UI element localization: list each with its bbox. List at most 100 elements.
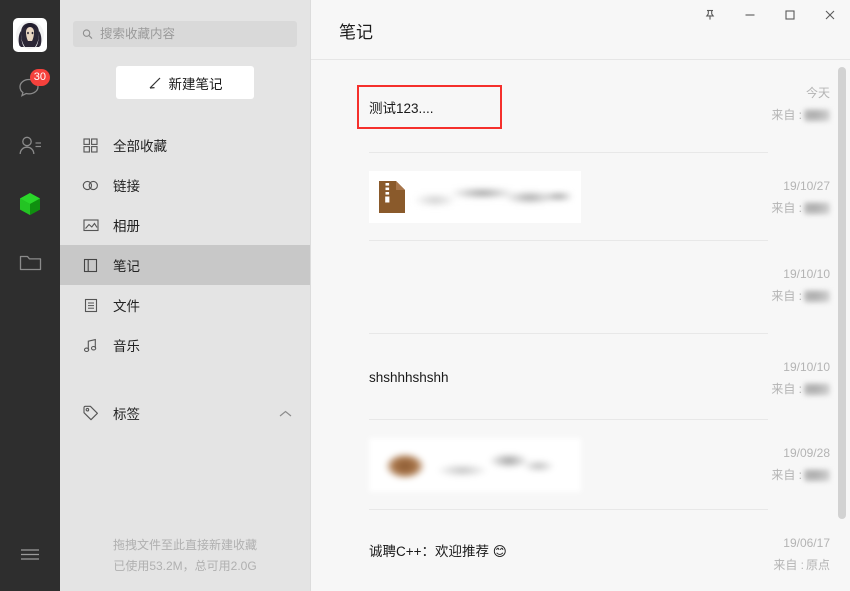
chat-unread-badge: 30 [29,69,50,86]
zip-file-icon [379,181,405,213]
from-source-blurred [804,382,830,396]
list-item-from: 来自 : [710,464,830,486]
note-icon [82,257,99,274]
new-note-button[interactable]: 新建笔记 [116,66,254,99]
main-panel: 笔记 测试123.... 今天 来自: 19/10/27 来自: 19/10… [310,0,850,591]
sidebar-nav: 全部收藏 链接 相册 笔记 文件 音乐 [60,125,310,365]
list-item-title: 测试123.... [357,84,502,129]
sidebar-item-label: 全部收藏 [113,139,167,154]
list-item-date: 19/10/10 [783,360,830,374]
sidebar-item-label: 链接 [113,179,140,194]
chevron-up-icon[interactable] [279,406,292,421]
list-item-meta: 19/10/27 来自 : [710,175,830,219]
tag-icon [82,405,99,422]
from-source: 原点 [805,558,830,572]
favorites-box-icon [20,193,40,215]
search-input[interactable] [99,27,288,41]
list-item[interactable]: 19/09/28 来自 : [311,420,850,510]
list-scrollbar[interactable] [838,61,846,587]
from-source-blurred [804,201,830,215]
search-box[interactable] [73,21,297,47]
minimize-icon [745,14,755,16]
new-note-label: 新建笔记 [168,76,223,92]
grid-icon [82,137,99,154]
link-icon [82,177,99,194]
close-icon [825,10,835,20]
minimize-button[interactable] [730,0,770,30]
title-bar: 笔记 [311,0,850,60]
list-item[interactable]: 诚聘C++：欢迎推荐 😊 19/06/17 来自 : 原点 [311,510,850,590]
list-item-date: 19/10/10 [783,267,830,281]
list-item[interactable]: 19/10/27 来自 : [311,153,850,241]
maximize-button[interactable] [770,0,810,30]
from-source-blurred [804,468,830,482]
sidebar-item-label: 音乐 [113,339,140,354]
close-button[interactable] [810,0,850,30]
list-item-meta: 今天 来自 : [710,82,830,126]
rail-item-chat[interactable]: 30 [8,66,52,110]
rail-item-files[interactable] [8,240,52,284]
sidebar-tags-label: 标签 [113,407,140,422]
sidebar-item-label: 文件 [113,299,140,314]
list-item[interactable]: 19/10/10 来自 : [311,241,850,334]
from-label: 来自 : [771,289,802,303]
from-label: 来自 : [773,558,804,572]
image-thumbnail-blurred[interactable] [369,438,581,492]
from-label: 来自 : [771,468,802,482]
from-source-blurred [804,289,830,303]
drag-hint-text: 拖拽文件至此直接新建收藏 [112,538,257,552]
sidebar-item-notes[interactable]: 笔记 [60,245,310,285]
files-icon [19,255,41,271]
image-icon [82,217,99,234]
new-note-container: 新建笔记 [60,47,310,99]
from-label: 来自 : [771,382,802,396]
sidebar-item-files[interactable]: 文件 [60,285,310,325]
list-item-meta: 19/06/17 来自 : 原点 [710,532,830,576]
list-item-meta: 19/09/28 来自 : [710,442,830,486]
search-icon [82,29,93,39]
list-item[interactable]: shshhhshshh 19/10/10 来自 : [311,334,850,420]
from-source-blurred [804,108,830,122]
maximize-icon [785,10,795,20]
sidebar-tags-section[interactable]: 标签 [60,393,310,433]
list-item-from: 来自 : [710,378,830,400]
list-item-date: 19/10/27 [783,179,830,193]
favorites-list[interactable]: 测试123.... 今天 来自 : 19/10/27 来自: 19/10/10… [311,60,850,591]
rail-item-menu[interactable] [10,539,50,569]
list-item-meta: 19/10/10 来自 : [710,263,830,307]
avatar[interactable] [13,18,47,52]
sidebar-item-all[interactable]: 全部收藏 [60,125,310,165]
sidebar-item-label: 相册 [113,219,140,234]
list-item-from: 来自 : [710,104,830,126]
left-icon-rail: 30 [0,0,60,591]
sidebar-item-music[interactable]: 音乐 [60,325,310,365]
attachment-card[interactable] [369,171,581,223]
storage-footer: 拖拽文件至此直接新建收藏 已使用53.2M，总可用2.0G [60,535,310,577]
page-title: 笔记 [339,23,373,42]
scrollbar-thumb[interactable] [838,67,846,519]
pin-icon [705,9,715,20]
avatar-image [16,21,44,49]
rail-item-favorites[interactable] [8,182,52,226]
list-item-from: 来自 : [710,285,830,307]
sidebar-item-links[interactable]: 链接 [60,165,310,205]
favorites-sidebar: 新建笔记 全部收藏 [60,0,310,591]
pin-button[interactable] [690,0,730,30]
list-item-from: 来自 : 原点 [710,554,830,576]
list-item-from: 来自 : [710,197,830,219]
storage-usage-text: 已使用53.2M，总可用2.0G [113,559,257,573]
list-item-meta: 19/10/10 来自 : [710,356,830,400]
attachment-filename-blurred [413,184,571,210]
list-item-date: 今天 [805,86,830,100]
music-icon [82,337,99,354]
hamburger-menu-icon [21,549,39,560]
pencil-icon [149,77,160,89]
search-container [60,0,310,47]
sidebar-item-album[interactable]: 相册 [60,205,310,245]
list-item[interactable]: 测试123.... 今天 来自 : [311,60,850,153]
rail-item-contacts[interactable] [8,124,52,168]
sidebar-item-label: 笔记 [113,259,140,274]
list-item-date: 19/06/17 [783,536,830,550]
contacts-icon [19,136,41,155]
wechat-favorites-window: 30 搜索收藏内容 新建笔记 全部收藏 链接 相册 笔记 文件 音乐 标签 拖拽… [0,0,850,591]
